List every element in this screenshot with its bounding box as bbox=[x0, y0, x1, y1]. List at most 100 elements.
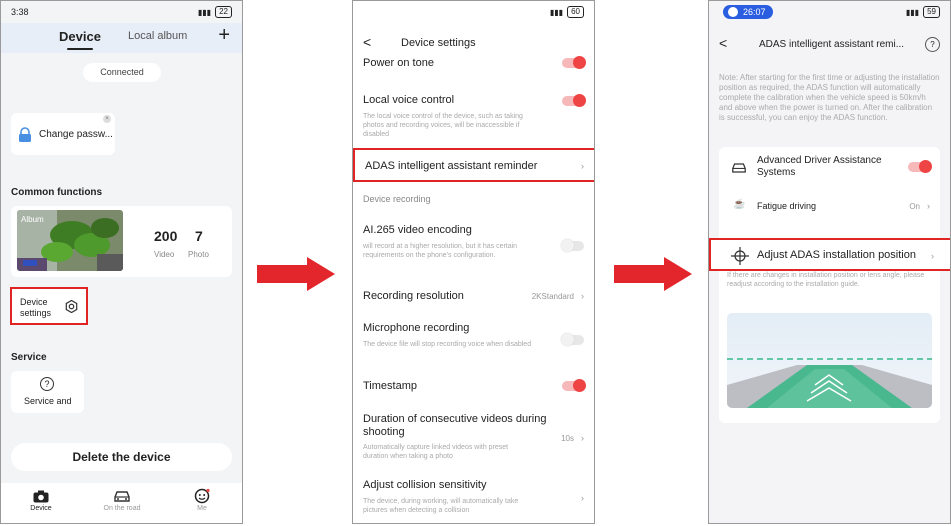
back-icon[interactable]: < bbox=[719, 35, 727, 51]
video-label: Video bbox=[154, 250, 175, 259]
timestamp-label: Timestamp bbox=[363, 380, 417, 392]
album-thumbnail[interactable]: Album bbox=[17, 210, 123, 271]
change-password-label: Change passw... bbox=[39, 129, 113, 140]
adjust-installation-label: Adjust ADAS installation position bbox=[757, 249, 916, 261]
face-icon bbox=[177, 487, 227, 505]
battery-indicator: 59 bbox=[923, 6, 940, 18]
call-timer-pill[interactable]: 26:07 bbox=[723, 5, 773, 19]
local-voice-description: The local voice control of the device, s… bbox=[363, 113, 523, 138]
battery-indicator: 60 bbox=[567, 6, 584, 18]
album-card[interactable]: Album 200 Video 7 Photo bbox=[11, 206, 232, 277]
call-timer-text: 26:07 bbox=[743, 7, 766, 17]
header: < ADAS intelligent assistant remi... ? bbox=[709, 29, 950, 57]
collision-label: Adjust collision sensitivity bbox=[363, 479, 487, 491]
adas-reminder-label: ADAS intelligent assistant reminder bbox=[365, 160, 538, 172]
add-icon[interactable]: + bbox=[218, 24, 230, 47]
chevron-right-icon: › bbox=[581, 291, 584, 301]
microphone-label: Microphone recording bbox=[363, 322, 470, 334]
chevron-right-icon: › bbox=[581, 161, 584, 171]
camera-icon bbox=[16, 487, 66, 505]
adas-reminder-row[interactable]: ADAS intelligent assistant reminder › bbox=[353, 148, 594, 182]
signal-icon: ▮▮▮ bbox=[197, 7, 212, 17]
collision-row[interactable]: Adjust collision sensitivity › The devic… bbox=[363, 479, 584, 515]
bottom-nav: Device On the road Me bbox=[1, 483, 242, 523]
local-voice-toggle[interactable] bbox=[562, 94, 586, 107]
close-icon[interactable]: × bbox=[103, 115, 111, 123]
top-header bbox=[1, 23, 242, 53]
fatigue-icon: ☕ bbox=[733, 199, 746, 210]
duration-row[interactable]: Duration of consecutive videos during sh… bbox=[363, 413, 584, 461]
chevron-right-icon: › bbox=[931, 251, 934, 261]
service-label: Service and bbox=[24, 396, 72, 406]
tab-device[interactable]: Device bbox=[59, 29, 101, 50]
adjust-note: If there are changes in installation pos… bbox=[727, 272, 925, 288]
crosshair-icon bbox=[731, 247, 749, 270]
photo-label: Photo bbox=[188, 250, 209, 259]
device-settings-button[interactable]: Device settings bbox=[10, 287, 88, 325]
device-settings-label: Device settings bbox=[20, 297, 52, 318]
calibration-illustration bbox=[727, 313, 932, 408]
power-on-tone-toggle[interactable] bbox=[562, 56, 586, 69]
microphone-row: Microphone recording The device file wil… bbox=[363, 322, 584, 349]
recording-resolution-value: 2KStandard bbox=[531, 292, 574, 301]
change-password-card[interactable]: Change passw... × bbox=[11, 113, 115, 155]
adas-toggle[interactable] bbox=[908, 160, 932, 173]
car-icon bbox=[97, 487, 147, 505]
nav-on-the-road-label: On the road bbox=[103, 505, 141, 512]
nav-device[interactable]: Device bbox=[16, 487, 66, 512]
car-icon bbox=[731, 161, 747, 179]
header: < Device settings bbox=[353, 29, 594, 57]
common-functions-title: Common functions bbox=[11, 187, 103, 198]
ai265-row: AI.265 video encoding will record at a h… bbox=[363, 224, 584, 260]
chevron-right-icon: › bbox=[581, 493, 584, 503]
duration-description: Automatically capture linked videos with… bbox=[363, 444, 509, 460]
power-on-tone-row: Power on tone bbox=[363, 56, 586, 69]
timer-icon bbox=[728, 7, 738, 17]
service-button[interactable]: ? Service and bbox=[11, 371, 84, 413]
nav-me[interactable]: Me bbox=[177, 487, 227, 512]
fatigue-value: On bbox=[909, 202, 920, 211]
microphone-toggle[interactable] bbox=[561, 333, 584, 346]
nav-me-label: Me bbox=[197, 505, 207, 512]
ai265-label: AI.265 video encoding bbox=[363, 224, 472, 236]
video-count: 200 bbox=[154, 228, 178, 244]
local-voice-row: Local voice control The local voice cont… bbox=[363, 94, 586, 139]
page-title: ADAS intelligent assistant remi... bbox=[759, 39, 905, 50]
tab-local-album[interactable]: Local album bbox=[128, 30, 187, 42]
album-label: Album bbox=[21, 215, 44, 224]
microphone-description: The device file will stop recording voic… bbox=[363, 341, 532, 348]
adas-label: Advanced Driver Assistance Systems bbox=[757, 155, 882, 178]
power-on-tone-label: Power on tone bbox=[363, 57, 434, 69]
adjust-installation-row[interactable]: Adjust ADAS installation position › bbox=[709, 238, 950, 271]
device-settings-screen: ▮▮▮ 60 < Device settings Power on tone Lo… bbox=[352, 0, 595, 524]
timestamp-toggle[interactable] bbox=[562, 379, 586, 392]
status-bar: ▮▮▮ 60 bbox=[353, 1, 594, 23]
battery-indicator: 22 bbox=[215, 6, 232, 18]
status-time: 3:38 bbox=[11, 7, 29, 17]
recording-resolution-row[interactable]: Recording resolution 2KStandard › bbox=[363, 290, 584, 302]
status-bar: 3:38 ▮▮▮ 22 bbox=[1, 1, 242, 23]
chevron-right-icon: › bbox=[927, 201, 930, 211]
help-icon: ? bbox=[40, 377, 54, 391]
duration-value: 10s bbox=[561, 434, 574, 443]
page-title: Device settings bbox=[401, 37, 476, 49]
back-icon[interactable]: < bbox=[363, 34, 371, 50]
wifi-icon: ▮▮▮ bbox=[905, 7, 920, 17]
arrow-right-icon bbox=[257, 257, 335, 291]
local-voice-label: Local voice control bbox=[363, 94, 455, 106]
delete-device-button[interactable]: Delete the device bbox=[11, 443, 232, 471]
gear-icon bbox=[65, 299, 78, 318]
chevron-right-icon: › bbox=[581, 433, 584, 443]
arrow-right-icon bbox=[614, 257, 692, 291]
nav-on-the-road[interactable]: On the road bbox=[97, 487, 147, 512]
calibration-note: Note: After starting for the first time … bbox=[719, 73, 940, 122]
duration-label: Duration of consecutive videos during sh… bbox=[363, 413, 547, 438]
help-icon[interactable]: ? bbox=[925, 37, 940, 52]
ai265-toggle[interactable] bbox=[561, 239, 584, 252]
nav-device-label: Device bbox=[30, 505, 52, 512]
timestamp-row: Timestamp bbox=[363, 379, 586, 392]
service-title: Service bbox=[11, 352, 47, 363]
lock-icon bbox=[18, 127, 32, 148]
collision-description: The device, during working, will automat… bbox=[363, 498, 519, 514]
ai265-description: will record at a higher resolution, but … bbox=[363, 243, 518, 259]
